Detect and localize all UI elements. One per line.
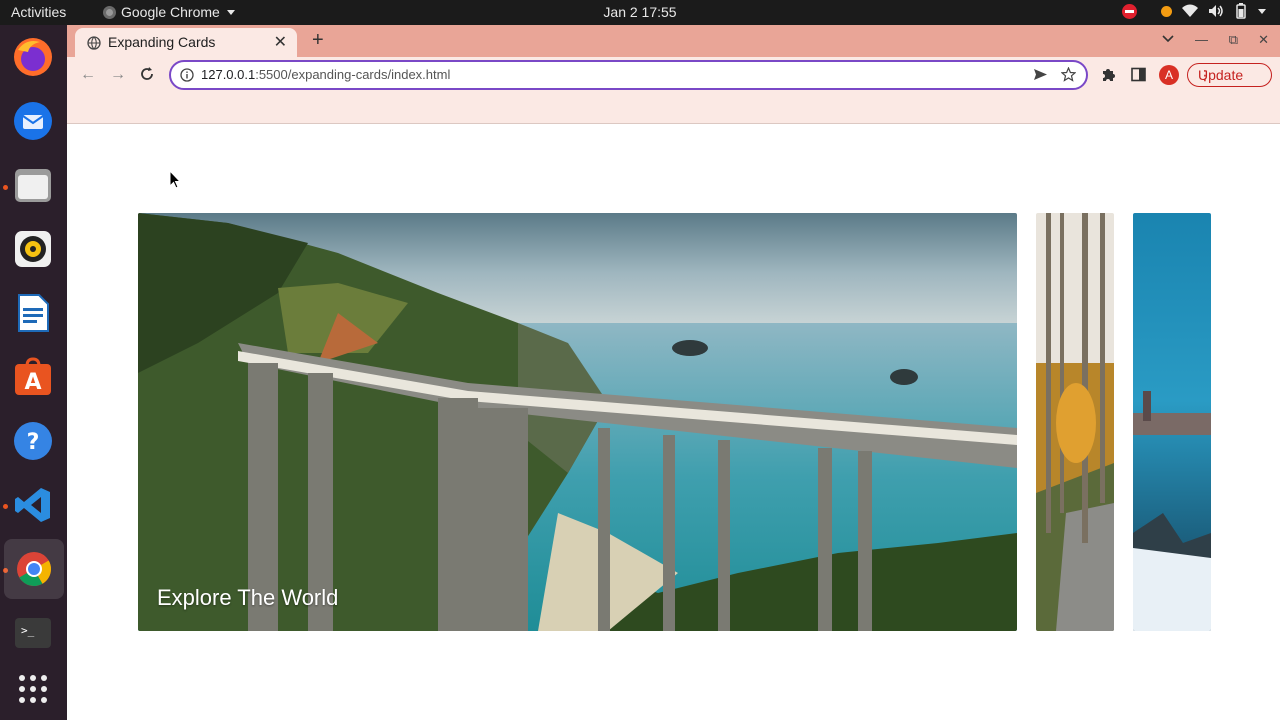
panel-card-active[interactable]: Explore The World <box>138 213 1017 631</box>
app-menu-label: Google Chrome <box>121 4 220 20</box>
writer-icon[interactable] <box>9 289 57 337</box>
browser-toolbar: ← → 127.0.0.1:5500/expanding-cards/index… <box>67 57 1280 93</box>
tab-expanding-cards[interactable]: Expanding Cards ✕ <box>75 28 297 57</box>
side-panel-icon[interactable] <box>1131 67 1146 82</box>
update-button[interactable]: Update ⋮ <box>1187 63 1272 87</box>
page-viewport: Explore The World <box>67 124 1280 720</box>
svg-text:>_: >_ <box>21 624 35 637</box>
bookmarks-bar <box>67 93 1280 124</box>
caret-down-icon <box>226 9 235 15</box>
site-info-icon[interactable] <box>180 68 194 82</box>
panel-card-forest[interactable] <box>1036 213 1114 631</box>
reload-icon[interactable] <box>139 66 155 82</box>
tab-close-icon[interactable]: ✕ <box>274 32 287 52</box>
forward-icon[interactable]: → <box>108 65 128 85</box>
address-bar[interactable]: 127.0.0.1:5500/expanding-cards/index.htm… <box>169 60 1088 90</box>
vscode-icon[interactable] <box>9 481 57 529</box>
wifi-icon <box>1182 4 1198 17</box>
app-menu[interactable]: Google Chrome <box>103 4 235 20</box>
files-running-indicator <box>3 185 8 190</box>
profile-avatar[interactable]: A <box>1159 65 1179 85</box>
minimize-icon[interactable]: — <box>1195 32 1208 47</box>
do-not-disturb-icon[interactable] <box>1122 3 1137 19</box>
dock: A ? >_ <box>0 25 67 720</box>
app-grid-icon[interactable] <box>9 665 57 713</box>
svg-text:A: A <box>24 370 41 395</box>
card-title: Explore The World <box>157 585 339 610</box>
battery-icon <box>1236 3 1246 19</box>
send-tab-icon[interactable] <box>1033 68 1048 81</box>
svg-text:?: ? <box>27 430 40 455</box>
system-menu-caret-icon[interactable] <box>1258 8 1266 14</box>
mouse-cursor-icon <box>169 170 181 189</box>
more-menu-icon[interactable]: ⋮ <box>1198 67 1264 84</box>
volume-icon <box>1209 5 1223 17</box>
thunderbird-icon[interactable] <box>9 97 57 145</box>
files-icon[interactable] <box>9 161 57 209</box>
chrome-icon[interactable] <box>4 539 64 599</box>
coastal-bridge-image <box>138 213 1017 631</box>
expanding-cards-container: Explore The World <box>138 213 1211 631</box>
window-close-icon[interactable]: ✕ <box>1258 32 1269 48</box>
vscode-running-indicator <box>3 504 8 509</box>
tab-title: Expanding Cards <box>108 34 216 50</box>
rhythmbox-icon[interactable] <box>9 225 57 273</box>
terminal-icon[interactable]: >_ <box>9 609 57 657</box>
activities-button[interactable]: Activities <box>11 4 66 20</box>
autumn-forest-image <box>1036 213 1114 631</box>
chrome-small-icon <box>103 5 116 19</box>
system-top-bar: Activities Google Chrome Jan 2 17:55 <box>0 0 1280 25</box>
clock[interactable]: Jan 2 17:55 <box>603 4 676 20</box>
extensions-icon[interactable] <box>1101 67 1116 82</box>
winter-lake-image <box>1133 213 1211 631</box>
help-icon[interactable]: ? <box>9 417 57 465</box>
tab-strip: Expanding Cards ✕ + — ⧉ ✕ <box>67 25 1280 57</box>
bookmark-star-icon[interactable] <box>1061 67 1076 82</box>
tab-search-chevron-icon[interactable] <box>1162 35 1174 43</box>
new-tab-icon[interactable]: + <box>312 29 324 52</box>
maximize-icon[interactable]: ⧉ <box>1229 32 1238 48</box>
firefox-icon[interactable] <box>9 33 57 81</box>
panel-card-lake[interactable] <box>1133 213 1211 631</box>
software-icon[interactable]: A <box>9 353 57 401</box>
notification-dot-icon <box>1161 5 1172 17</box>
globe-icon <box>87 36 101 50</box>
system-tray[interactable] <box>1122 3 1266 19</box>
back-icon[interactable]: ← <box>78 65 98 85</box>
url-text: 127.0.0.1:5500/expanding-cards/index.htm… <box>201 67 451 82</box>
